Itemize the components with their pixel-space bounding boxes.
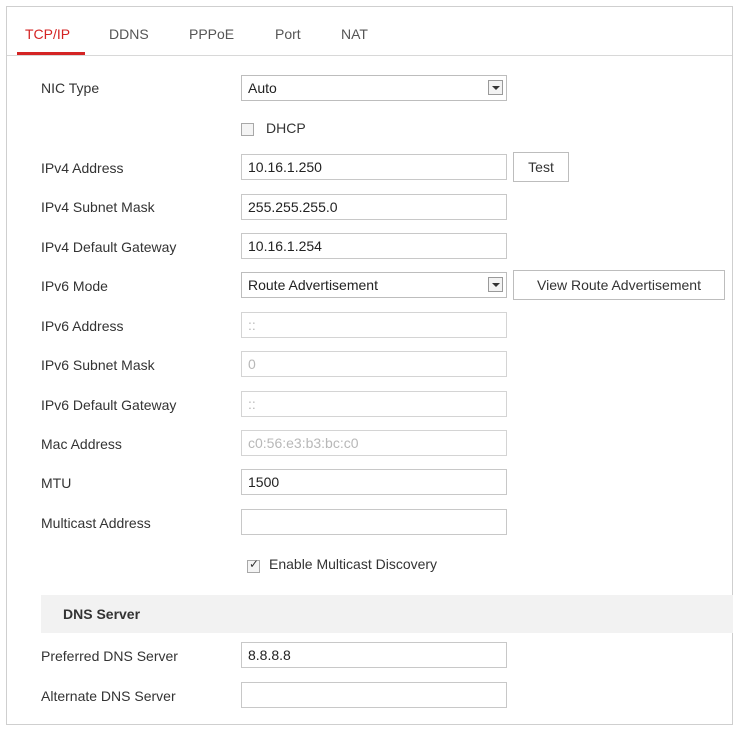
ipv4-subnet-mask-label: IPv4 Subnet Mask	[41, 199, 155, 215]
preferred-dns-label: Preferred DNS Server	[41, 648, 178, 664]
network-settings-panel: TCP/IP DDNS PPPoE Port NAT NIC Type Auto…	[6, 6, 733, 725]
multicast-discovery-checkbox[interactable]	[247, 557, 260, 573]
ipv6-mode-label: IPv6 Mode	[41, 278, 108, 294]
dns-section-title: DNS Server	[63, 606, 141, 622]
alternate-dns-label: Alternate DNS Server	[41, 688, 176, 704]
preferred-dns-input[interactable]	[241, 642, 507, 668]
mac-address-label: Mac Address	[41, 436, 122, 452]
ipv6-mode-value: Route Advertisement	[248, 277, 378, 293]
ipv6-default-gateway-label: IPv6 Default Gateway	[41, 397, 177, 413]
ipv4-default-gateway-input[interactable]	[241, 233, 507, 259]
mac-address-input	[241, 430, 507, 456]
chevron-down-icon	[488, 80, 503, 95]
alternate-dns-input[interactable]	[241, 682, 507, 708]
nic-type-value: Auto	[248, 80, 277, 96]
ipv6-subnet-mask-label: IPv6 Subnet Mask	[41, 357, 155, 373]
tab-bar: TCP/IP DDNS PPPoE Port NAT	[7, 7, 732, 56]
multicast-discovery-label: Enable Multicast Discovery	[269, 556, 438, 572]
view-route-advertisement-button[interactable]: View Route Advertisement	[513, 270, 725, 300]
multicast-address-input[interactable]	[241, 509, 507, 535]
nic-type-select[interactable]: Auto	[241, 75, 507, 101]
active-tab-indicator	[17, 52, 85, 55]
nic-type-label: NIC Type	[41, 80, 100, 96]
ipv4-default-gateway-label: IPv4 Default Gateway	[41, 239, 177, 255]
ipv4-subnet-mask-input[interactable]	[241, 194, 507, 220]
tab-tcpip[interactable]: TCP/IP	[25, 26, 70, 42]
dhcp-label: DHCP	[266, 120, 306, 136]
ipv4-address-label: IPv4 Address	[41, 160, 124, 176]
tab-ddns[interactable]: DDNS	[109, 26, 149, 42]
ipv6-subnet-mask-input	[241, 351, 507, 377]
dns-section-header: DNS Server	[41, 595, 733, 633]
multicast-address-label: Multicast Address	[41, 515, 151, 531]
ipv6-mode-select[interactable]: Route Advertisement	[241, 272, 507, 298]
tab-port[interactable]: Port	[275, 26, 301, 42]
tab-pppoe[interactable]: PPPoE	[189, 26, 234, 42]
test-button[interactable]: Test	[513, 152, 569, 182]
ipv6-default-gateway-input	[241, 391, 507, 417]
dhcp-checkbox[interactable]	[241, 123, 254, 136]
ipv6-address-label: IPv6 Address	[41, 318, 124, 334]
mtu-label: MTU	[41, 475, 72, 491]
ipv4-address-input[interactable]	[241, 154, 507, 180]
ipv6-address-input	[241, 312, 507, 338]
chevron-down-icon	[488, 277, 503, 292]
tab-nat[interactable]: NAT	[341, 26, 368, 42]
mtu-input[interactable]	[241, 469, 507, 495]
